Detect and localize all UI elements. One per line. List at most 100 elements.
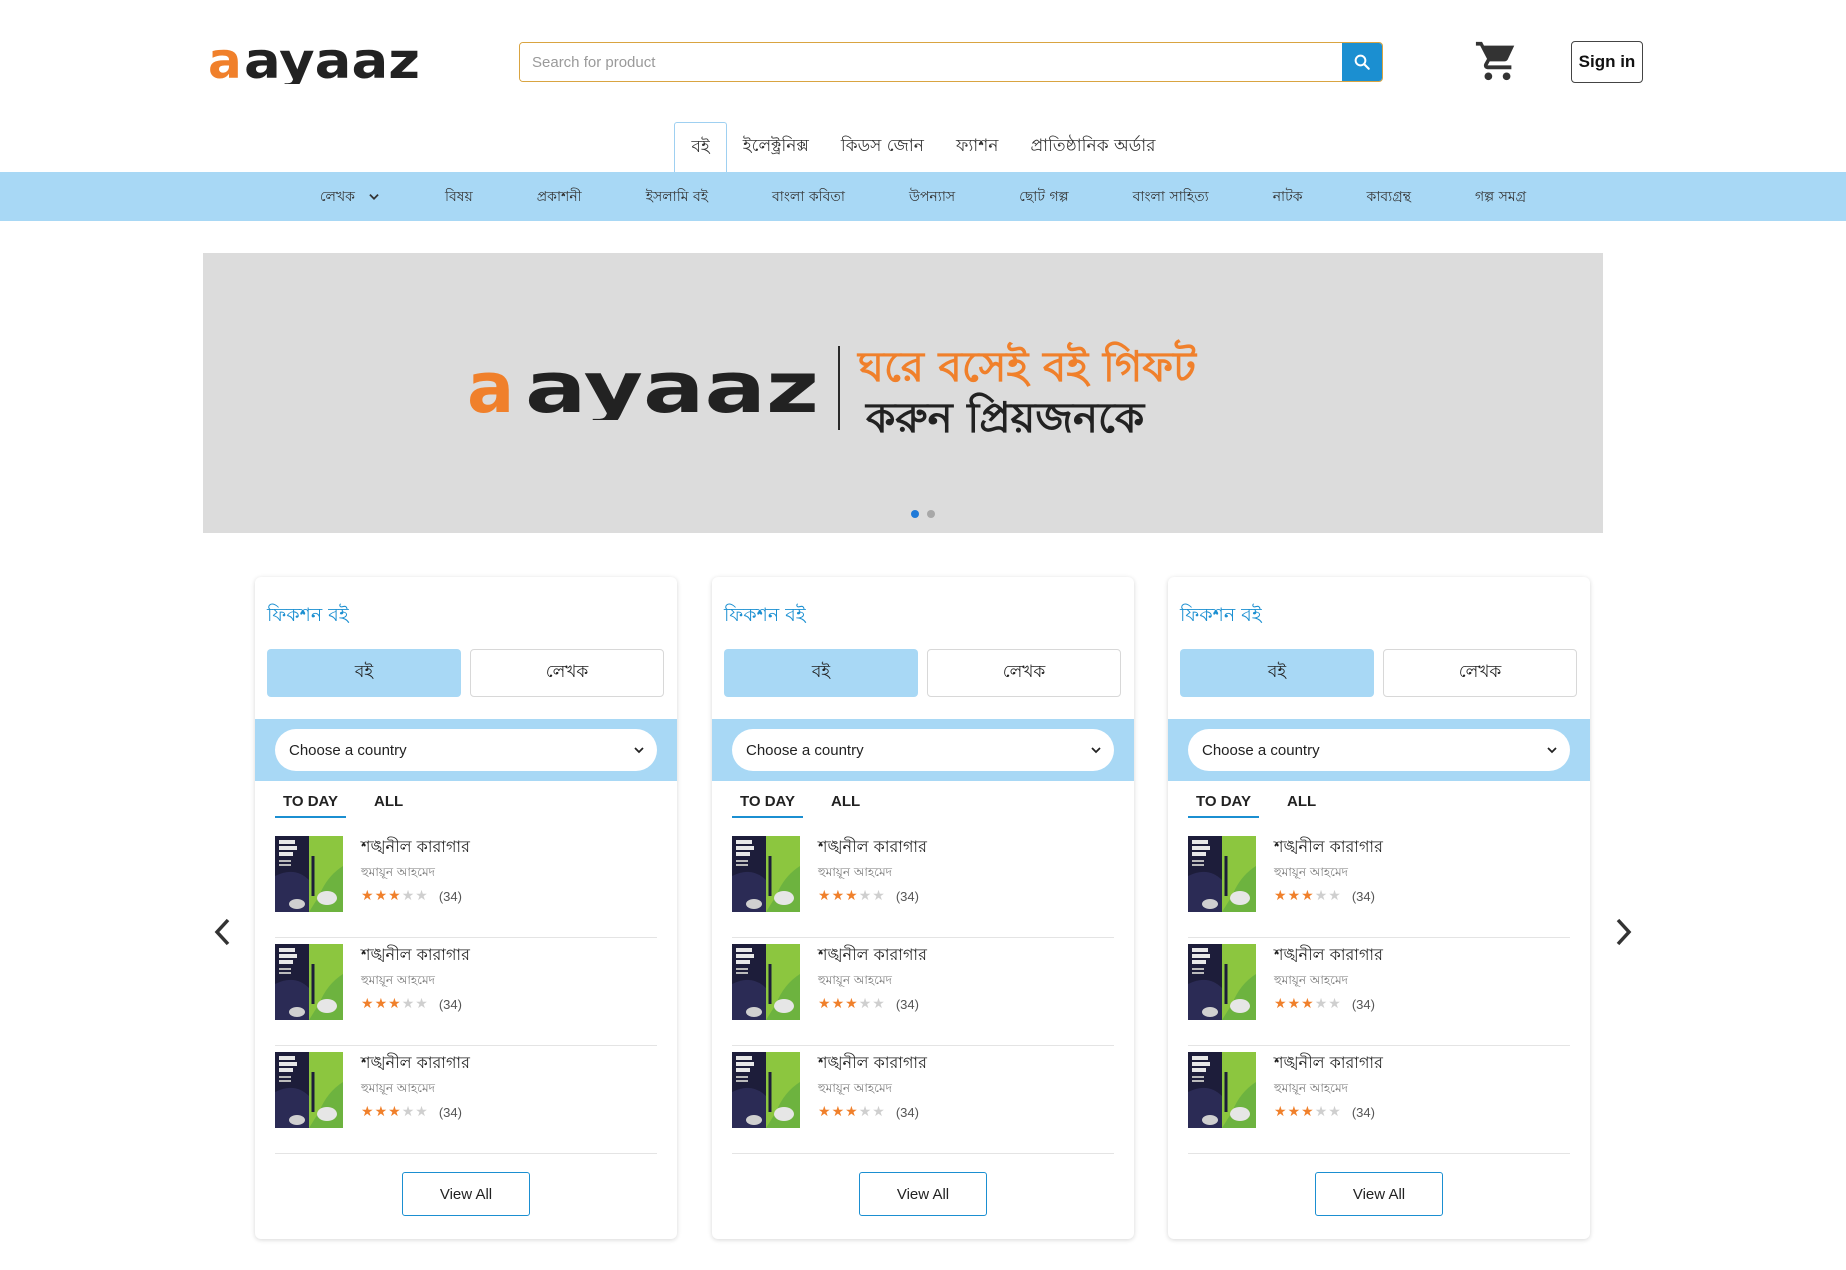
toggle-authors-button[interactable]: লেখক [1383, 649, 1577, 697]
cart-button[interactable] [1474, 38, 1520, 84]
book-title[interactable]: শঙ্খনীল কারাগার [361, 834, 470, 861]
book-author[interactable]: হুমায়ূন আহমেদ [1274, 972, 1348, 992]
star-icon: ★ [818, 888, 831, 904]
category-bangla-poetry[interactable]: বাংলা কবিতা [740, 185, 877, 209]
book-author[interactable]: হুমায়ূন আহমেদ [361, 1080, 435, 1100]
toggle-books-button[interactable]: বই [267, 649, 461, 697]
star-icon: ★ [1287, 888, 1301, 904]
list-item[interactable]: শঙ্খনীল কারাগার হুমায়ূন আহমেদ ★ ★ ★ ★ ★ (34) [275, 1046, 657, 1154]
toggle-books-button[interactable]: বই [1180, 649, 1374, 697]
book-author[interactable]: হুমায়ূন আহমেদ [818, 972, 892, 992]
search-input[interactable] [520, 43, 1342, 81]
tab-today[interactable]: TO DAY [275, 793, 347, 818]
rating-count: (34) [895, 996, 919, 1012]
book-cover-image [1188, 944, 1256, 1020]
site-logo[interactable]: a ayaaz [208, 32, 422, 90]
category-poetry-books[interactable]: কাব্যগ্রন্থ [1335, 185, 1443, 209]
list-item[interactable]: শঙ্খনীল কারাগার হুমায়ূন আহমেদ ★ ★ ★ ★ ★ (34) [1188, 830, 1570, 938]
book-title[interactable]: শঙ্খনীল কারাগার [1274, 834, 1383, 861]
category-subject[interactable]: বিষয় [413, 185, 505, 209]
book-title[interactable]: শঙ্খনীল কারাগার [361, 942, 470, 969]
category-islamic-books[interactable]: ইসলামি বই [614, 185, 740, 209]
star-icon: ★ [818, 996, 831, 1012]
star-icon: ★ [388, 996, 401, 1012]
rating-stars: ★ ★ ★ ★ ★ (34) [361, 996, 462, 1012]
star-icon: ★ [858, 996, 872, 1012]
banner-divider [838, 346, 840, 430]
list-item[interactable]: শঙ্খনীল কারাগার হুমায়ূন আহমেদ ★ ★ ★ ★ ★ (34) [732, 938, 1114, 1046]
book-title[interactable]: শঙ্খনীল কারাগার [1274, 942, 1383, 969]
book-title[interactable]: শঙ্খনীল কারাগার [818, 942, 927, 969]
book-author[interactable]: হুমায়ূন আহমেদ [361, 864, 435, 884]
chevron-down-icon [1091, 747, 1101, 754]
tab-today[interactable]: TO DAY [1188, 793, 1260, 818]
category-story-collection[interactable]: গল্প সমগ্র [1443, 185, 1558, 209]
star-icon: ★ [831, 1104, 845, 1120]
book-title[interactable]: শঙ্খনীল কারাগার [361, 1050, 470, 1077]
list-item[interactable]: শঙ্খনীল কারাগার হুমায়ূন আহমেদ ★ ★ ★ ★ ★ (34) [732, 830, 1114, 938]
carousel-prev-button[interactable] [210, 915, 236, 949]
star-icon: ★ [1314, 1104, 1328, 1120]
tab-all[interactable]: ALL [366, 793, 411, 818]
view-all-button[interactable]: View All [1315, 1172, 1443, 1216]
list-item[interactable]: শঙ্খনীল কারাগার হুমায়ূন আহমেদ ★ ★ ★ ★ ★ (34) [732, 1046, 1114, 1154]
book-author[interactable]: হুমায়ূন আহমেদ [818, 864, 892, 884]
category-short-story[interactable]: ছোট গল্প [987, 185, 1100, 209]
star-icon: ★ [872, 1104, 885, 1120]
toggle-authors-button[interactable]: লেখক [927, 649, 1121, 697]
chevron-down-icon [634, 747, 644, 754]
rating-stars: ★ ★ ★ ★ ★ (34) [818, 996, 919, 1012]
country-select-value: Choose a country [1202, 741, 1320, 759]
rating-count: (34) [895, 1104, 919, 1120]
book-author[interactable]: হুমায়ূন আহমেদ [1274, 864, 1348, 884]
list-item[interactable]: শঙ্খনীল কারাগার হুমায়ূন আহমেদ ★ ★ ★ ★ ★ (34) [275, 938, 657, 1046]
category-label: লেখক [319, 188, 355, 205]
tab-electronics[interactable]: ইলেক্ট্রনিক্স [727, 122, 825, 172]
rating-stars: ★ ★ ★ ★ ★ (34) [361, 1104, 462, 1120]
book-title[interactable]: শঙ্খনীল কারাগার [1274, 1050, 1383, 1077]
tab-today[interactable]: TO DAY [732, 793, 804, 818]
book-cover-image [732, 944, 800, 1020]
chevron-left-icon [214, 918, 230, 946]
book-title[interactable]: শঙ্খনীল কারাগার [818, 1050, 927, 1077]
carousel-dot[interactable] [927, 510, 935, 518]
rating-count: (34) [895, 888, 919, 904]
star-icon: ★ [374, 888, 388, 904]
book-author[interactable]: হুমায়ূন আহমেদ [818, 1080, 892, 1100]
toggle-authors-button[interactable]: লেখক [470, 649, 664, 697]
carousel-dot-active[interactable] [911, 510, 919, 518]
tab-kids-zone[interactable]: কিডস জোন [825, 122, 940, 172]
list-item[interactable]: শঙ্খনীল কারাগার হুমায়ূন আহমেদ ★ ★ ★ ★ ★ (34) [1188, 1046, 1570, 1154]
category-author[interactable]: লেখক [288, 185, 413, 209]
view-all-button[interactable]: View All [859, 1172, 987, 1216]
tab-books[interactable]: বই [674, 122, 727, 172]
country-select[interactable]: Choose a country [732, 729, 1114, 771]
book-title[interactable]: শঙ্খনীল কারাগার [818, 834, 927, 861]
list-item[interactable]: শঙ্খনীল কারাগার হুমায়ূন আহমেদ ★ ★ ★ ★ ★ (34) [1188, 938, 1570, 1046]
book-cover-image [275, 836, 343, 912]
star-icon: ★ [1274, 888, 1287, 904]
tab-corporate-order[interactable]: প্রাতিষ্ঠানিক অর্ডার [1014, 122, 1171, 172]
period-tabs: TO DAY ALL [275, 793, 431, 818]
toggle-books-button[interactable]: বই [724, 649, 918, 697]
category-drama[interactable]: নাটক [1241, 185, 1335, 209]
bestseller-card: ফিকশন বই বই লেখক Choose a country TO DAY ALL শ… [255, 577, 677, 1239]
country-select[interactable]: Choose a country [275, 729, 657, 771]
category-publisher[interactable]: প্রকাশনী [505, 185, 614, 209]
search-button[interactable] [1342, 43, 1382, 81]
tab-all[interactable]: ALL [1279, 793, 1324, 818]
book-author[interactable]: হুমায়ূন আহমেদ [361, 972, 435, 992]
star-icon: ★ [858, 1104, 872, 1120]
sign-in-button[interactable]: Sign in [1571, 41, 1643, 83]
list-item[interactable]: শঙ্খনীল কারাগার হুমায়ূন আহমেদ ★ ★ ★ ★ ★ (34) [275, 830, 657, 938]
star-icon: ★ [1287, 1104, 1301, 1120]
tab-all[interactable]: ALL [823, 793, 868, 818]
book-author[interactable]: হুমায়ূন আহমেদ [1274, 1080, 1348, 1100]
card-title: ফিকশন বই [1180, 604, 1262, 626]
carousel-next-button[interactable] [1610, 915, 1636, 949]
tab-fashion[interactable]: ফ্যাশন [940, 122, 1015, 172]
view-all-button[interactable]: View All [402, 1172, 530, 1216]
category-novel[interactable]: উপন্যাস [877, 185, 987, 209]
category-bangla-literature[interactable]: বাংলা সাহিত্য [1101, 185, 1241, 209]
country-select[interactable]: Choose a country [1188, 729, 1570, 771]
